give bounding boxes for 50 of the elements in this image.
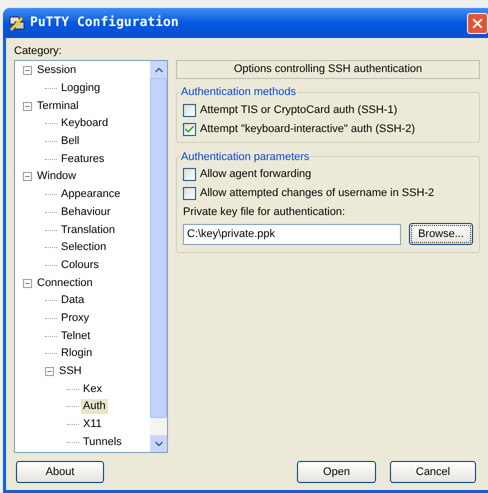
tree-item[interactable]: Data (59, 293, 86, 308)
tree-item[interactable]: Window (35, 169, 78, 184)
tree-item[interactable]: Translation (59, 222, 118, 238)
tree-item[interactable]: Rlogin (59, 346, 94, 362)
checkbox-label: Attempt TIS or CryptoCard auth (SSH-1) (200, 102, 398, 118)
checkbox[interactable] (183, 104, 196, 116)
tree-item[interactable]: Keyboard (59, 116, 110, 132)
group-title: Authentication parameters (180, 150, 310, 164)
tree-item[interactable]: Terminal (35, 98, 81, 114)
scroll-up-icon[interactable] (150, 61, 167, 78)
tree-item[interactable]: Colours (59, 258, 101, 273)
group-title: Authentication methods (180, 85, 297, 100)
collapse-icon[interactable] (23, 102, 32, 111)
dialog-button[interactable]: Cancel (390, 461, 476, 483)
checkbox-label: Attempt "keyboard-interactive" auth (SSH-2) (200, 122, 416, 137)
collapse-icon[interactable] (23, 278, 32, 288)
dialog-button[interactable]: Open (297, 461, 376, 483)
panel-title: Options controlling SSH authentication (176, 60, 480, 79)
category-label: Category: (14, 44, 63, 59)
checkbox[interactable] (183, 122, 196, 136)
checkbox[interactable] (183, 168, 196, 181)
key-file-field[interactable]: C:\key\private.ppk (183, 224, 401, 244)
checkbox[interactable] (183, 187, 196, 200)
tree-item[interactable]: Tunnels (81, 434, 124, 450)
field-label: Private key file for authentication: (183, 205, 346, 220)
tree-item[interactable]: Connection (35, 276, 95, 291)
tree-item[interactable]: Telnet (59, 328, 92, 344)
app-icon (9, 15, 25, 31)
dialog-button[interactable]: About (16, 461, 104, 483)
tree-item[interactable]: Session (35, 63, 78, 78)
tree-item[interactable]: Features (59, 152, 106, 167)
tree-item[interactable]: Behaviour (59, 204, 113, 220)
tree-item[interactable]: SSH (57, 364, 84, 380)
scroll-down-icon[interactable] (150, 435, 167, 452)
tree-item[interactable]: Bell (59, 134, 82, 150)
tree-item[interactable]: Auth (81, 399, 108, 414)
close-icon[interactable] (467, 12, 488, 34)
tree-item[interactable]: Proxy (59, 310, 92, 326)
tree-item[interactable]: Logging (59, 81, 102, 96)
window-title: PuTTY Configuration (30, 14, 179, 32)
tree-item[interactable]: X11 (81, 417, 104, 432)
collapse-icon[interactable] (45, 367, 54, 376)
tree-item[interactable]: Selection (59, 240, 108, 256)
collapse-icon[interactable] (23, 66, 32, 76)
checkbox-label: Allow agent forwarding (200, 167, 312, 182)
tree-item[interactable]: Appearance (59, 187, 122, 202)
checkbox-label: Allow attempted changes of username in SSH-2 (200, 186, 434, 202)
dialog-button[interactable]: Browse... (409, 223, 473, 245)
collapse-icon[interactable] (23, 172, 32, 182)
tree-item[interactable]: Kex (81, 382, 104, 397)
